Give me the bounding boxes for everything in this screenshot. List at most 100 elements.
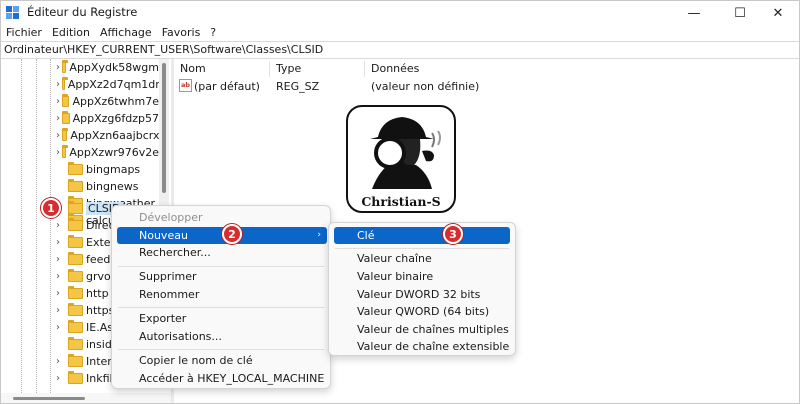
menu-item-rechercher[interactable]: Rechercher... (112, 244, 330, 261)
logo-text: Christian-S (361, 194, 441, 209)
menu-item-label: Nouveau (139, 229, 188, 242)
folder-icon (68, 235, 83, 248)
menu-item-valeur-multi-chaines[interactable]: Valeur de chaînes multiples (329, 321, 515, 338)
folder-icon (68, 162, 83, 175)
menu-item-acceder-hklm[interactable]: Accéder à HKEY_LOCAL_MACHINE (112, 370, 330, 387)
chevron-right-icon[interactable]: › (56, 220, 66, 231)
value-type: REG_SZ (276, 80, 320, 93)
close-button[interactable]: ✕ (757, 1, 799, 25)
menu-item-valeur-chaine[interactable]: Valeur chaîne (329, 250, 515, 267)
string-value-icon: ab (179, 79, 192, 92)
menu-favoris[interactable]: Favoris (157, 25, 206, 41)
folder-icon (62, 145, 69, 158)
step-badge-2: 2 (222, 224, 242, 244)
folder-icon (68, 179, 83, 192)
window-title: Éditeur du Registre (27, 5, 138, 19)
folder-icon (62, 77, 68, 90)
folder-icon (68, 371, 83, 384)
tree-horizontal-scrollbar[interactable] (1, 393, 171, 403)
value-name[interactable]: (par défaut) (194, 79, 260, 95)
tree-item[interactable]: › AppXz6twhm7e3 (56, 93, 166, 110)
chevron-right-icon[interactable]: › (56, 113, 60, 124)
menu-separator (118, 307, 324, 308)
column-separator[interactable] (269, 61, 270, 77)
detective-silhouette-icon (370, 117, 441, 190)
column-header-name[interactable]: Nom (180, 61, 206, 77)
column-header-type[interactable]: Type (276, 61, 301, 77)
maximize-button[interactable]: ☐ (719, 1, 761, 25)
menu-item-valeur-binaire[interactable]: Valeur binaire (329, 268, 515, 285)
context-menu: Développer Nouveau › Rechercher... Suppri… (111, 205, 331, 389)
registry-editor-window: Éditeur du Registre — ☐ ✕ Fichier Editio… (0, 0, 800, 404)
menu-item-valeur-dword[interactable]: Valeur DWORD 32 bits (329, 286, 515, 303)
scrollbar-thumb[interactable] (162, 63, 166, 193)
tree-item[interactable]: › AppXydk58wgm4 (56, 59, 166, 76)
folder-icon (68, 252, 83, 265)
tree-item[interactable]: › AppXzg6fdzp57d (56, 110, 166, 127)
tree-guide-line (21, 59, 22, 393)
menu-item-copier-nom[interactable]: Copier le nom de clé (112, 352, 330, 369)
chevron-right-icon[interactable]: › (56, 373, 66, 384)
address-bar[interactable]: Ordinateur\HKEY_CURRENT_USER\Software\Cl… (1, 41, 799, 59)
menu-separator (335, 248, 509, 249)
folder-icon (68, 286, 83, 299)
folder-icon (68, 337, 83, 350)
chevron-right-icon[interactable]: › (56, 130, 60, 141)
folder-icon (62, 94, 70, 107)
folder-icon (62, 111, 70, 124)
step-badge-3: 3 (443, 224, 463, 244)
menu-item-cle[interactable]: Clé (334, 227, 510, 244)
chevron-right-icon[interactable]: › (56, 356, 66, 367)
column-header-data[interactable]: Données (371, 61, 419, 77)
value-data: (valeur non définie) (371, 80, 480, 93)
menu-bar: Fichier Edition Affichage Favoris ? (1, 25, 799, 41)
chevron-right-icon[interactable]: › (56, 271, 66, 282)
menu-edition[interactable]: Edition (47, 25, 95, 41)
folder-icon (68, 320, 83, 333)
tree-item[interactable]: › AppXzn6aajbcrxx (56, 127, 166, 144)
tree-item[interactable]: bingnews (56, 178, 166, 195)
folder-icon (68, 269, 83, 282)
folder-icon (68, 218, 83, 231)
menu-separator (118, 266, 324, 267)
tree-item[interactable]: › AppXz2d7qm1dm (56, 76, 166, 93)
menu-item-supprimer[interactable]: Supprimer (112, 268, 330, 285)
folder-icon (62, 60, 69, 73)
chevron-right-icon[interactable]: › (56, 96, 60, 107)
chevron-right-icon[interactable]: › (56, 62, 60, 73)
menu-item-valeur-qword[interactable]: Valeur QWORD (64 bits) (329, 303, 515, 320)
chevron-right-icon[interactable]: › (56, 147, 60, 158)
chevron-right-icon[interactable]: › (56, 254, 66, 265)
chevron-right-icon[interactable]: › (56, 79, 60, 90)
menu-item-exporter[interactable]: Exporter (112, 310, 330, 327)
chevron-right-icon[interactable]: › (56, 322, 66, 333)
tree-guide-line (50, 59, 51, 393)
step-badge-1: 1 (41, 198, 61, 218)
watermark-logo: Christian-S (346, 105, 456, 213)
menu-help[interactable]: ? (205, 25, 221, 41)
minimize-button[interactable]: — (673, 1, 715, 25)
menu-item-autorisations[interactable]: Autorisations... (112, 328, 330, 345)
submenu-nouveau: Clé Valeur chaîne Valeur binaire Valeur … (328, 222, 516, 356)
chevron-right-icon[interactable]: › (56, 237, 66, 248)
folder-icon (68, 354, 83, 367)
title-bar: Éditeur du Registre — ☐ ✕ (1, 1, 799, 25)
tree-guide-line (36, 59, 37, 393)
menu-fichier[interactable]: Fichier (1, 25, 47, 41)
folder-icon (68, 303, 83, 316)
registry-editor-icon (6, 6, 20, 20)
menu-affichage[interactable]: Affichage (95, 25, 157, 41)
scrollbar-thumb[interactable] (13, 397, 85, 400)
tree-item[interactable]: › AppXzwr976v2e0 (56, 144, 166, 161)
folder-icon (68, 201, 83, 214)
menu-item-developper[interactable]: Développer (112, 209, 330, 226)
folder-icon (62, 128, 69, 141)
menu-item-renommer[interactable]: Renommer (112, 286, 330, 303)
tree-item[interactable]: bingmaps (56, 161, 166, 178)
chevron-right-icon[interactable]: › (56, 288, 66, 299)
menu-separator (118, 349, 324, 350)
menu-item-valeur-chaine-extensible[interactable]: Valeur de chaîne extensible (329, 338, 515, 355)
chevron-right-icon[interactable]: › (56, 305, 66, 316)
column-separator[interactable] (364, 61, 365, 77)
chevron-right-icon: › (317, 230, 321, 240)
